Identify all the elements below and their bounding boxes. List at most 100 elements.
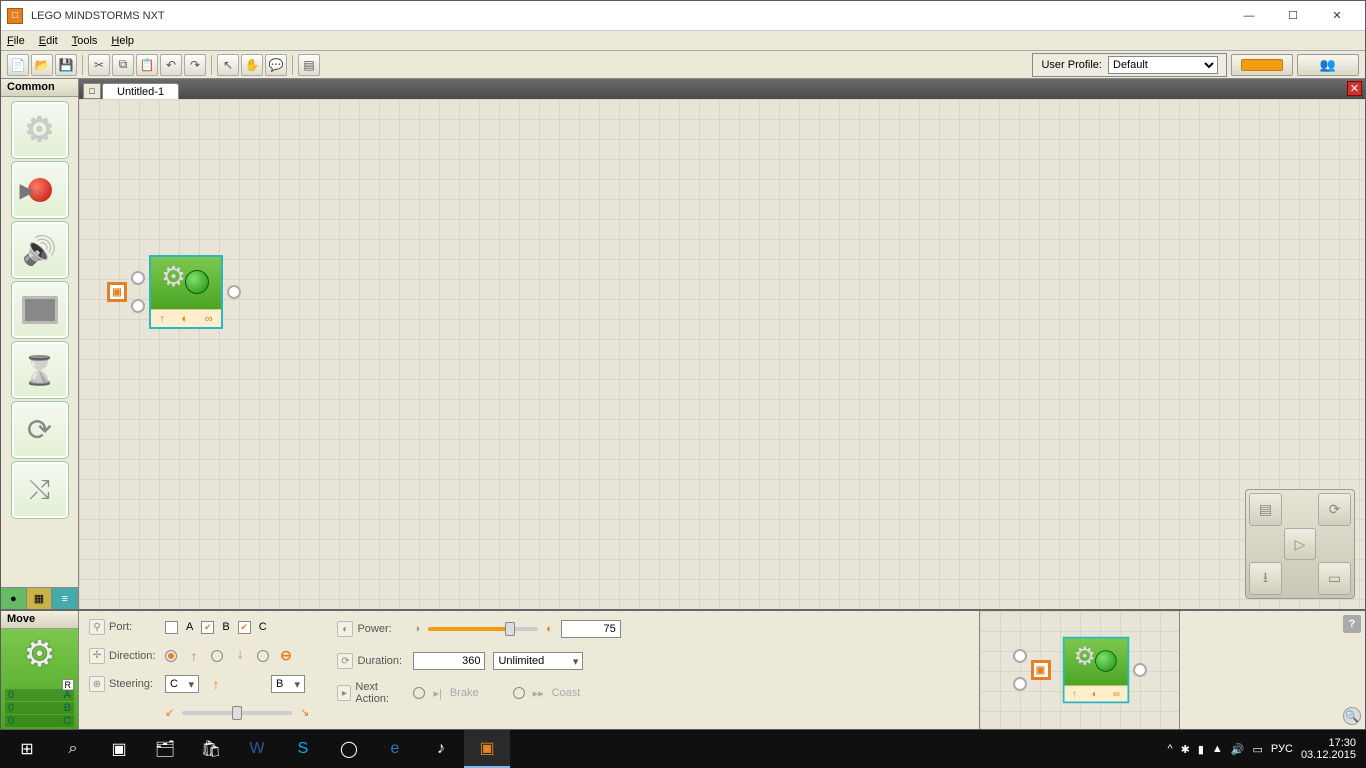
tray-volume-icon[interactable]: 🔊 <box>1231 743 1245 756</box>
menu-edit[interactable]: Edit <box>39 35 58 47</box>
document-tabbar: □ Untitled-1 ✕ <box>79 79 1365 99</box>
close-button[interactable]: ✕ <box>1315 2 1359 30</box>
comment-tool[interactable]: 💬 <box>265 54 287 76</box>
power-input[interactable] <box>561 620 621 638</box>
brake-radio <box>413 687 425 699</box>
steering-right-select[interactable]: B <box>271 675 305 693</box>
user-profile-box: User Profile: Default <box>1032 53 1227 77</box>
brick-button[interactable] <box>1231 54 1293 76</box>
nxt-controller: ▤ ⟳ ▷ ⭳ ▭ <box>1245 489 1355 599</box>
edge-icon[interactable]: e <box>372 730 418 768</box>
ctrl-run-button[interactable]: ▷ <box>1284 528 1316 560</box>
ctrl-stop-icon[interactable]: ▭ <box>1318 562 1351 595</box>
palette-tab-custom[interactable]: ≡ <box>52 588 78 609</box>
new-button[interactable]: 📄 <box>7 54 29 76</box>
menu-file[interactable]: File <box>7 35 25 47</box>
palette-display-block[interactable] <box>11 281 69 339</box>
app-icon <box>7 8 23 24</box>
tray-battery-icon[interactable]: ▮ <box>1198 743 1204 756</box>
palette-wait-block[interactable] <box>11 341 69 399</box>
steering-left-select[interactable]: C <box>165 675 199 693</box>
duration-input[interactable] <box>413 652 485 670</box>
help-button[interactable]: ? <box>1343 615 1361 633</box>
duration-unit-select[interactable]: Unlimited <box>493 652 583 670</box>
preview-move-block: C B ↑◐∞ <box>1062 637 1129 704</box>
menu-help[interactable]: Help <box>111 35 134 47</box>
mindstorms-taskbar-icon[interactable]: ▣ <box>464 730 510 768</box>
cut-button[interactable]: ✂ <box>88 54 110 76</box>
file-explorer-icon[interactable]: 🗂 <box>142 730 188 768</box>
chrome-icon[interactable]: ◯ <box>326 730 372 768</box>
ctrl-download-run-icon[interactable]: ⟳ <box>1318 493 1351 526</box>
palette-loop-block[interactable] <box>11 401 69 459</box>
maximize-button[interactable]: ☐ <box>1271 2 1315 30</box>
beam-connector[interactable] <box>131 299 145 313</box>
search-icon[interactable]: ⌕ <box>50 730 96 768</box>
nxt-window-button[interactable]: ▤ <box>298 54 320 76</box>
direction-stop-radio[interactable] <box>257 650 269 662</box>
task-view-icon[interactable]: ▣ <box>96 730 142 768</box>
port-a-checkbox[interactable] <box>165 621 178 634</box>
user-profile-select[interactable]: Default <box>1108 56 1218 74</box>
pan-tool[interactable]: ✋ <box>241 54 263 76</box>
palette-record-block[interactable] <box>11 161 69 219</box>
coast-icon: ▸▸ <box>533 687 544 700</box>
palette-move-block[interactable]: ⚙ <box>11 101 69 159</box>
tray-notifications-icon[interactable]: ▭ <box>1253 743 1263 756</box>
arrow-up-icon: ↑ <box>207 675 225 693</box>
word-icon[interactable]: W <box>234 730 280 768</box>
move-block[interactable]: C B ↑ ◐ ∞ <box>149 255 223 329</box>
port-c-checkbox[interactable] <box>238 621 251 634</box>
direction-backward-radio[interactable] <box>211 650 223 662</box>
duration-icon: ∞ <box>205 313 213 325</box>
duration-label: Duration: <box>357 655 402 667</box>
new-tab-button[interactable]: □ <box>83 83 101 99</box>
direction-forward-radio[interactable] <box>165 650 177 662</box>
steering-label: Steering: <box>109 678 153 690</box>
document-tab-label: Untitled-1 <box>117 86 164 98</box>
palette-tab-complete[interactable]: ▦ <box>27 588 53 609</box>
palette-sound-block[interactable] <box>11 221 69 279</box>
beam-connector-out[interactable] <box>227 285 241 299</box>
itunes-icon[interactable]: ♪ <box>418 730 464 768</box>
community-button[interactable] <box>1297 54 1359 76</box>
tray-clock[interactable]: 17:30 03.12.2015 <box>1301 737 1356 761</box>
start-button[interactable]: ⊞ <box>4 730 50 768</box>
redo-button[interactable]: ↷ <box>184 54 206 76</box>
app-window: LEGO MINDSTORMS NXT — ☐ ✕ File Edit Tool… <box>0 0 1366 730</box>
ctrl-download-icon[interactable]: ⭳ <box>1249 562 1282 595</box>
minimize-button[interactable]: — <box>1227 2 1271 30</box>
start-icon[interactable]: ▣ <box>107 282 127 302</box>
skype-icon[interactable]: S <box>280 730 326 768</box>
pointer-tool[interactable]: ↖ <box>217 54 239 76</box>
power-slider[interactable] <box>428 627 538 631</box>
undo-button[interactable]: ↶ <box>160 54 182 76</box>
system-tray: ^ ✱ ▮ ▲ 🔊 ▭ РУС 17:30 03.12.2015 <box>1167 737 1362 761</box>
palette-tab-common[interactable]: ● <box>1 588 27 609</box>
menu-tools[interactable]: Tools <box>72 35 98 47</box>
tray-language[interactable]: РУС <box>1271 743 1293 755</box>
document-tab[interactable]: Untitled-1 <box>102 83 179 99</box>
programming-canvas[interactable]: ▣ C B ↑ ◐ ∞ <box>79 99 1365 609</box>
port-b-checkbox[interactable] <box>201 621 214 634</box>
paste-button[interactable]: 📋 <box>136 54 158 76</box>
tray-wifi-icon[interactable]: ▲ <box>1212 743 1223 755</box>
copy-button[interactable]: ⧉ <box>112 54 134 76</box>
ctrl-nxt-window-icon[interactable]: ▤ <box>1249 493 1282 526</box>
close-tab-button[interactable]: ✕ <box>1347 81 1362 96</box>
steer-right-icon: ↘ <box>300 706 309 719</box>
palette-switch-block[interactable] <box>11 461 69 519</box>
beam-connector[interactable] <box>131 271 145 285</box>
stop-icon: ⊖ <box>277 647 295 665</box>
arrow-up-icon: ↑ <box>185 647 203 665</box>
port-icon: ⚲ <box>89 619 105 635</box>
zoom-button[interactable]: 🔍 <box>1343 707 1361 725</box>
save-button[interactable]: 💾 <box>55 54 77 76</box>
open-button[interactable]: 📂 <box>31 54 53 76</box>
store-icon[interactable]: 🛍 <box>188 730 234 768</box>
menu-bar: File Edit Tools Help <box>1 31 1365 51</box>
steering-slider[interactable] <box>182 711 292 715</box>
direction-label: Direction: <box>109 650 155 662</box>
tray-chevron-icon[interactable]: ^ <box>1167 743 1172 755</box>
tray-app-icon[interactable]: ✱ <box>1181 743 1190 756</box>
